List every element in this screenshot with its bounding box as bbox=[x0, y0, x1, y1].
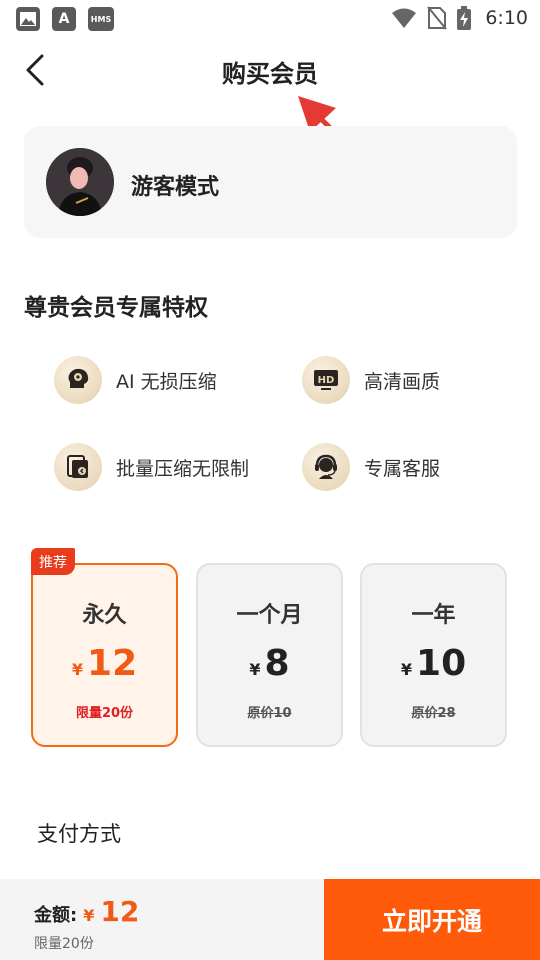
activate-button[interactable]: 立即开通 bbox=[324, 879, 540, 960]
customer-service-icon bbox=[302, 443, 350, 491]
hd-icon: HD bbox=[302, 356, 350, 404]
plan-name: 永久 bbox=[82, 603, 127, 628]
no-sim-icon bbox=[427, 6, 448, 30]
feature-label: AI 无损压缩 bbox=[116, 370, 217, 393]
a-icon: A bbox=[52, 7, 76, 31]
feature-batch: 批量压缩无限制 bbox=[54, 443, 249, 491]
plan-name: 一年 bbox=[411, 603, 456, 628]
status-bar: A HMS 6:10 bbox=[0, 0, 540, 38]
amount-currency: ¥ bbox=[83, 906, 95, 925]
avatar bbox=[46, 148, 114, 216]
feature-ai-compress: AI 无损压缩 bbox=[54, 356, 217, 404]
feature-hd: HD 高清画质 bbox=[302, 356, 440, 404]
page-title: 购买会员 bbox=[222, 60, 318, 88]
nav-bar: 购买会员 bbox=[0, 38, 540, 102]
plan-price: ¥10 bbox=[400, 643, 467, 684]
batch-compress-icon bbox=[54, 443, 102, 491]
plan-note: 原价28 bbox=[411, 706, 456, 721]
bottom-bar: 金额: ¥ 12 限量20份 立即开通 bbox=[0, 879, 540, 960]
plan-note: 限量20份 bbox=[75, 706, 134, 721]
amount-value: 12 bbox=[100, 895, 140, 928]
plan-name: 一个月 bbox=[236, 603, 303, 628]
battery-charging-icon bbox=[457, 6, 472, 30]
amount-label: 金额: bbox=[34, 905, 78, 926]
payment-method-title: 支付方式 bbox=[37, 822, 121, 846]
privileges-title: 尊贵会员专属特权 bbox=[24, 295, 208, 321]
feature-label: 高清画质 bbox=[364, 370, 441, 393]
feature-label: 批量压缩无限制 bbox=[116, 457, 250, 480]
plan-monthly[interactable]: 一个月 ¥8 原价10 bbox=[196, 563, 343, 747]
recommended-badge: 推荐 bbox=[31, 548, 75, 575]
ai-brain-icon bbox=[54, 356, 102, 404]
svg-text:HD: HD bbox=[318, 375, 335, 386]
plan-price: ¥8 bbox=[249, 643, 290, 684]
plan-lifetime[interactable]: 永久 ¥12 限量20份 bbox=[31, 563, 178, 747]
plan-yearly[interactable]: 一年 ¥10 原价28 bbox=[360, 563, 507, 747]
plan-note: 原价10 bbox=[247, 706, 292, 721]
wifi-icon bbox=[392, 8, 417, 28]
feature-label: 专属客服 bbox=[364, 457, 441, 480]
amount-note: 限量20份 bbox=[34, 936, 94, 952]
status-time: 6:10 bbox=[485, 7, 528, 29]
hms-icon: HMS bbox=[88, 7, 114, 31]
image-icon bbox=[16, 7, 40, 31]
profile-name: 游客模式 bbox=[131, 175, 220, 200]
amount-line: 金额: ¥ 12 bbox=[34, 895, 139, 928]
feature-service: 专属客服 bbox=[302, 443, 440, 491]
profile-card[interactable]: 游客模式 bbox=[24, 126, 517, 238]
plan-price: ¥12 bbox=[71, 643, 138, 684]
